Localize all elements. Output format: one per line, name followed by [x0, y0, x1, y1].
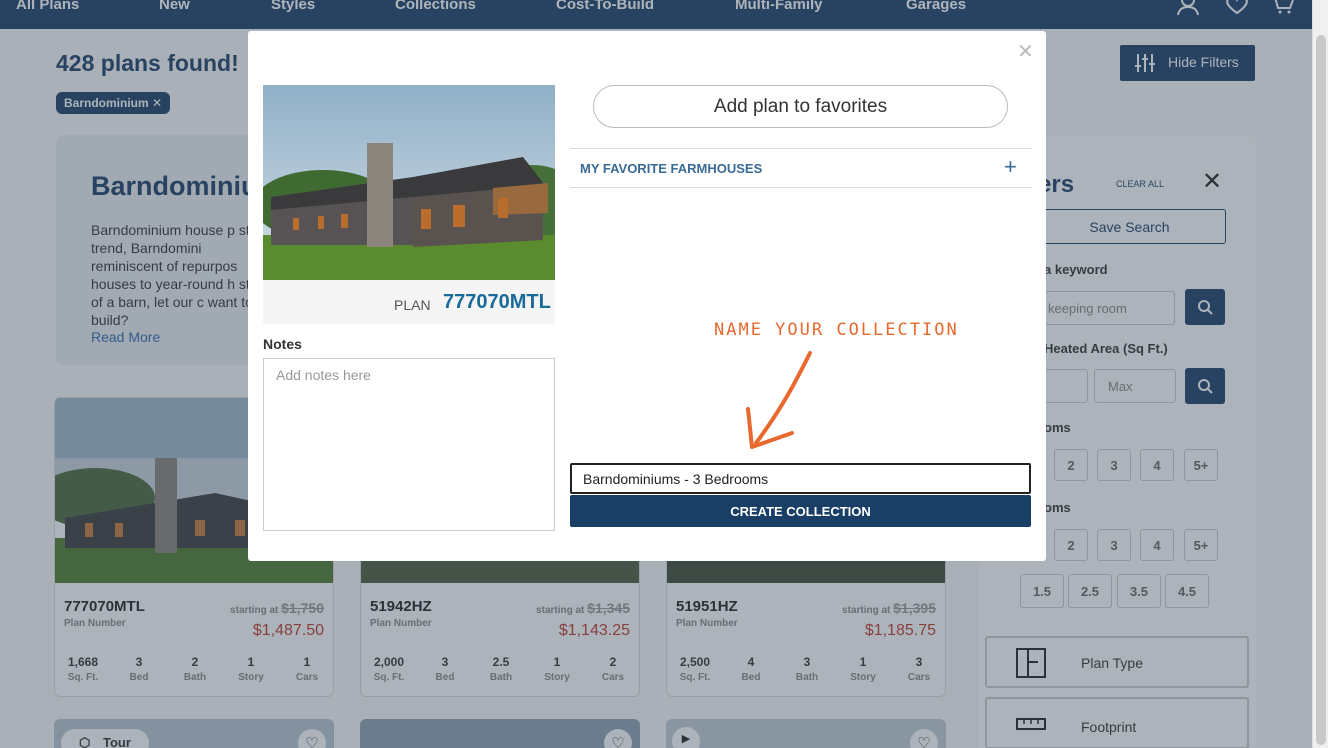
plan-id-bar: PLAN 777070MTL: [263, 280, 555, 324]
scrollbar-thumb[interactable]: [1316, 35, 1326, 745]
create-collection-button[interactable]: CREATE COLLECTION: [570, 495, 1031, 527]
notes-textarea[interactable]: [263, 358, 555, 531]
plus-icon[interactable]: +: [1004, 154, 1017, 180]
collection-name[interactable]: MY FAVORITE FARMHOUSES: [580, 161, 762, 176]
notes-label: Notes: [263, 336, 302, 352]
close-icon[interactable]: ✕: [1017, 39, 1034, 64]
page-scrollbar[interactable]: [1312, 0, 1328, 748]
name-collection-hint: NAME YOUR COLLECTION: [714, 320, 959, 340]
add-to-collection-dialog: ✕ PLAN 777070MTL Notes Add plan to favor…: [248, 31, 1046, 561]
collection-name-input[interactable]: [570, 463, 1031, 494]
plan-code: 777070MTL: [443, 291, 551, 313]
arrow-icon: [738, 347, 828, 462]
add-to-favorites-button[interactable]: Add plan to favorites: [593, 85, 1008, 128]
plan-thumbnail: [253, 85, 583, 280]
plan-label: PLAN: [394, 297, 431, 313]
collection-row[interactable]: MY FAVORITE FARMHOUSES +: [570, 148, 1032, 188]
